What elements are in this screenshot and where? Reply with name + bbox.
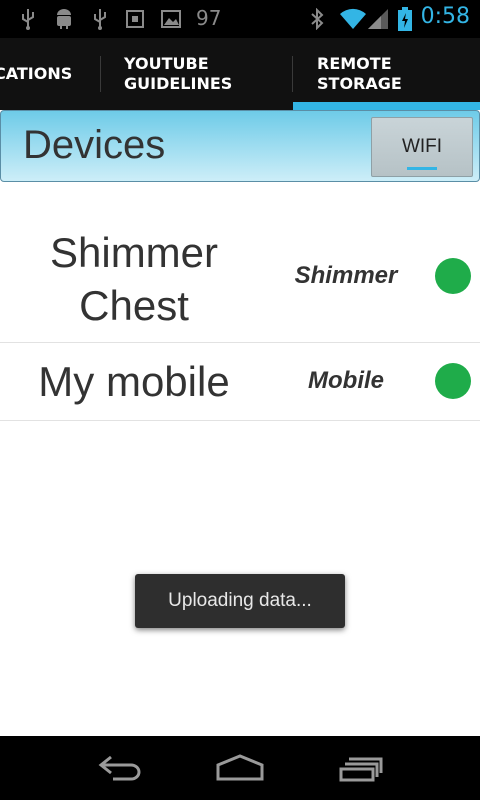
status-bar: 97 0:58 [0, 0, 480, 38]
device-name: Shimmer Chest [49, 229, 219, 329]
tab-youtube-guidelines[interactable]: YOUTUBE GUIDELINES [124, 38, 232, 110]
selected-tab-indicator [293, 102, 480, 110]
signal-icon [366, 8, 390, 30]
wifi-button-indicator [407, 167, 437, 170]
status-indicator [435, 363, 471, 399]
sd-card-icon [124, 8, 146, 30]
tab-divider [100, 56, 101, 92]
battery-charging-icon [396, 7, 414, 31]
android-debug-icon [52, 8, 76, 30]
device-row[interactable]: Shimmer Chest Shimmer [0, 210, 480, 343]
wifi-icon [338, 8, 368, 30]
tab-divider [292, 56, 293, 92]
tab-remote-storage[interactable]: REMOTE STORAGE [317, 38, 402, 110]
usb-icon [90, 8, 110, 30]
toast-message: Uploading data... [135, 574, 345, 628]
bluetooth-icon [308, 8, 326, 30]
navigation-bar [0, 736, 480, 800]
device-name: My mobile [38, 358, 230, 405]
picture-icon [160, 8, 182, 30]
wifi-button[interactable]: WIFI [371, 117, 473, 177]
clock: 0:58 [420, 4, 470, 29]
toast-text: Uploading data... [168, 590, 312, 611]
tab-bar: CATIONS YOUTUBE GUIDELINES REMOTE STORAG… [0, 38, 480, 110]
back-icon[interactable] [90, 750, 150, 786]
page-title: Devices [23, 123, 166, 167]
home-icon[interactable] [210, 750, 270, 786]
device-row[interactable]: My mobile Mobile [0, 343, 480, 421]
battery-level-text: 97 [196, 6, 222, 30]
devices-header: Devices WIFI [0, 110, 480, 182]
status-indicator [435, 258, 471, 294]
wifi-button-label: WIFI [401, 136, 443, 157]
recent-apps-icon[interactable] [330, 750, 390, 786]
tab-notifications[interactable]: CATIONS [0, 38, 72, 110]
device-type: Mobile [308, 367, 384, 394]
device-type: Shimmer [294, 262, 398, 289]
usb-icon [18, 8, 38, 30]
